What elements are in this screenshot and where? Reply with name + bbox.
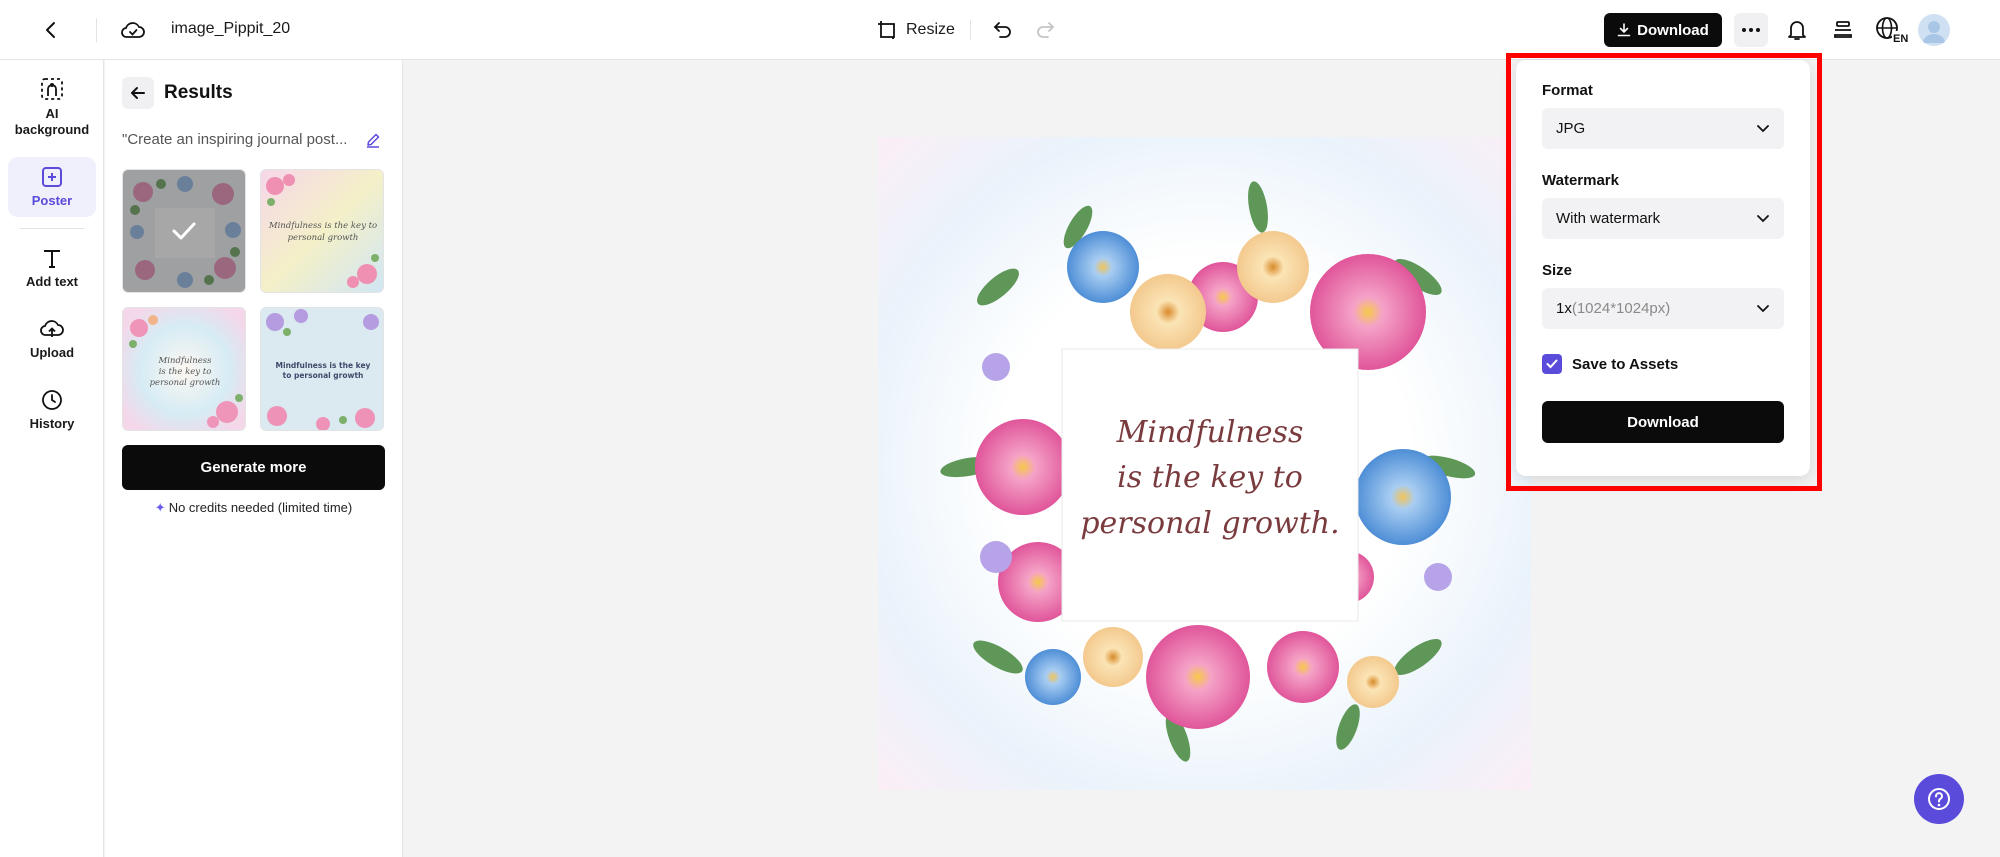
size-label: Size: [1542, 262, 1573, 279]
size-value: 1x: [1556, 300, 1572, 317]
generate-more-button[interactable]: Generate more: [122, 445, 385, 490]
format-select[interactable]: JPG: [1542, 108, 1784, 149]
left-toolbar: AI background Poster Add text Upload His…: [0, 60, 104, 857]
redo-icon[interactable]: [1030, 15, 1060, 45]
result-thumbnail-1[interactable]: [122, 169, 246, 293]
watermark-select[interactable]: With watermark: [1542, 198, 1784, 239]
divider: [20, 228, 84, 229]
poster-canvas[interactable]: Mindfulness is the key to personal growt…: [878, 137, 1531, 790]
svg-text:personal growth: personal growth: [288, 233, 359, 243]
upload-icon: [40, 320, 64, 337]
history-icon: [42, 390, 62, 410]
result-thumbnail-2[interactable]: Mindfulness is the key to personal growt…: [260, 169, 384, 293]
download-options-panel: Format JPG Watermark With watermark Size…: [1516, 60, 1810, 476]
confirm-download-button[interactable]: Download: [1542, 401, 1784, 443]
resize-button[interactable]: Resize: [876, 14, 955, 46]
text-icon: [44, 250, 60, 268]
size-detail: (1024*1024px): [1571, 300, 1671, 317]
sparkle-icon: ✦: [154, 500, 166, 515]
results-back-button[interactable]: [122, 77, 154, 109]
svg-text:Mindfulness: Mindfulness: [158, 356, 213, 366]
layers-icon[interactable]: [1828, 15, 1858, 45]
avatar[interactable]: [1918, 14, 1950, 46]
selected-overlay: [123, 170, 245, 292]
help-icon: [1928, 788, 1950, 810]
sidebar-item-label: Add text: [26, 274, 78, 289]
size-select[interactable]: 1x(1024*1024px): [1542, 288, 1784, 329]
results-title: Results: [164, 82, 233, 103]
svg-text:Mindfulness is the key: Mindfulness is the key: [276, 361, 371, 370]
sidebar-item-label: AI background: [14, 106, 90, 137]
format-label: Format: [1542, 82, 1593, 99]
sidebar-item-ai-background[interactable]: AI background: [8, 76, 96, 138]
svg-text:is the key to: is the key to: [159, 367, 212, 377]
check-icon: [172, 222, 196, 240]
language-badge: EN: [1893, 33, 1908, 45]
result-thumbnail-3[interactable]: Mindfulness is the key to personal growt…: [122, 307, 246, 431]
svg-text:to personal growth: to personal growth: [283, 371, 364, 380]
bell-icon[interactable]: [1782, 15, 1812, 45]
top-bar: image_Pippit_20 Resize Download EN: [0, 0, 2000, 60]
chevron-down-icon: [1757, 305, 1769, 313]
divider: [96, 18, 97, 42]
divider: [970, 20, 971, 40]
sidebar-item-label: Upload: [29, 345, 75, 360]
file-name[interactable]: image_Pippit_20: [171, 20, 290, 38]
back-icon[interactable]: [36, 15, 66, 45]
sidebar-item-history[interactable]: History: [8, 388, 96, 432]
cloud-sync-icon[interactable]: [118, 15, 148, 45]
resize-icon: [878, 21, 895, 39]
poster-quote-line-3: personal growth.: [1080, 506, 1339, 541]
save-to-assets-label: Save to Assets: [1572, 355, 1679, 373]
more-options-icon[interactable]: [1734, 13, 1768, 47]
arrow-left-icon: [131, 87, 145, 99]
watermark-label: Watermark: [1542, 172, 1619, 189]
format-value: JPG: [1556, 120, 1586, 137]
check-icon: [1546, 359, 1558, 369]
result-thumbnail-4[interactable]: Mindfulness is the key to personal growt…: [260, 307, 384, 431]
save-to-assets-option[interactable]: Save to Assets: [1542, 354, 1678, 374]
resize-label: Resize: [906, 21, 955, 38]
prompt-text: "Create an inspiring journal post...: [122, 131, 348, 148]
ai-background-icon: [41, 78, 63, 100]
edit-prompt-icon[interactable]: [362, 129, 384, 151]
poster-artwork: Mindfulness is the key to personal growt…: [878, 137, 1531, 790]
download-label: Download: [1637, 21, 1709, 39]
download-button[interactable]: Download: [1604, 13, 1722, 47]
credits-note-text: No credits needed (limited time): [168, 500, 353, 515]
size-value-wrap: 1x(1024*1024px): [1556, 300, 1670, 317]
download-icon: [1617, 23, 1631, 37]
sidebar-item-add-text[interactable]: Add text: [8, 246, 96, 290]
save-to-assets-checkbox[interactable]: [1542, 354, 1562, 374]
svg-text:Mindfulness is the key to: Mindfulness is the key to: [268, 221, 377, 231]
poster-icon: [42, 167, 62, 187]
sidebar-item-upload[interactable]: Upload: [8, 317, 96, 361]
language-icon[interactable]: EN: [1874, 13, 1912, 47]
sidebar-item-poster[interactable]: Poster: [8, 157, 96, 217]
help-button[interactable]: [1914, 774, 1964, 824]
undo-icon[interactable]: [988, 15, 1018, 45]
poster-quote-line-2: is the key to: [1117, 460, 1303, 495]
chevron-down-icon: [1757, 125, 1769, 133]
results-panel: Results "Create an inspiring journal pos…: [105, 60, 403, 857]
credits-note: ✦ No credits needed (limited time): [122, 500, 385, 516]
poster-quote-line-1: Mindfulness: [1116, 415, 1304, 450]
chevron-down-icon: [1757, 215, 1769, 223]
watermark-value: With watermark: [1556, 210, 1661, 227]
sidebar-item-label: Poster: [31, 193, 73, 208]
sidebar-item-label: History: [29, 416, 75, 431]
svg-text:personal growth: personal growth: [150, 378, 221, 388]
